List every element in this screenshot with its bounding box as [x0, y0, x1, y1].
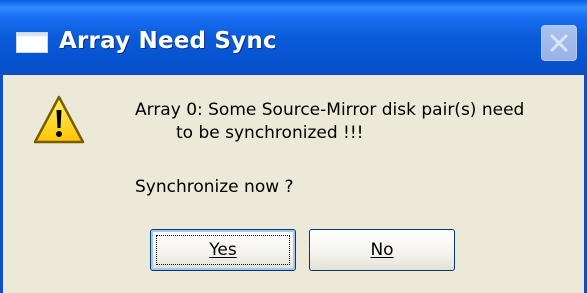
yes-button[interactable]: Yes: [150, 229, 296, 271]
no-button[interactable]: No: [309, 229, 455, 271]
message-line-1: Array 0: Some Source-Mirror disk pair(s)…: [135, 100, 525, 120]
close-icon: [550, 34, 568, 52]
question-text: Synchronize now ?: [135, 177, 294, 197]
close-button[interactable]: [541, 25, 577, 61]
window-icon: [16, 32, 48, 53]
yes-button-label: Yes: [209, 240, 237, 260]
no-button-label: No: [370, 240, 394, 260]
warning-icon: [33, 95, 85, 144]
window-frame-left: [0, 75, 3, 293]
window-title: Array Need Sync: [59, 28, 277, 54]
message-line-2: to be synchronized !!!: [176, 123, 364, 143]
dialog-window: Array Need Sync Array 0: Some Source-Mir…: [0, 0, 587, 293]
title-bar[interactable]: Array Need Sync: [0, 0, 587, 75]
